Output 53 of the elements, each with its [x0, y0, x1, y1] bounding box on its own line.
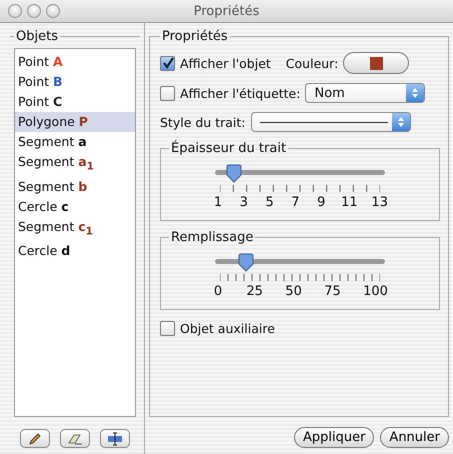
eraser-button[interactable]: [60, 429, 90, 448]
window-title: Propriétés: [192, 4, 260, 18]
object-list-item[interactable]: Point A: [15, 52, 135, 72]
stepper-arrows-icon: [411, 87, 420, 99]
object-list-item[interactable]: Segment c$_{1}$: [15, 216, 135, 241]
minimize-button[interactable]: [27, 4, 41, 18]
object-list-item[interactable]: Point C: [15, 92, 135, 112]
panel-title: Propriétés: [161, 29, 229, 44]
checkbox-label: Afficher l'étiquette:: [180, 86, 300, 100]
object-list-item[interactable]: Segment a: [15, 132, 135, 152]
slider-thumb[interactable]: [236, 253, 254, 273]
tick-label: 11: [341, 195, 358, 210]
pencil-icon: [28, 432, 42, 446]
dialog-button[interactable]: Appliquer: [294, 427, 374, 448]
tick-label: 75: [324, 284, 341, 299]
tick-label: 9: [316, 195, 326, 210]
object-list-item[interactable]: Segment b: [15, 176, 135, 196]
tick-label: 5: [264, 195, 275, 210]
colour-label: Couleur:: [286, 56, 338, 70]
checkbox-label: Objet auxiliaire: [180, 321, 275, 336]
close-button[interactable]: [8, 4, 22, 18]
tick-label: 3: [238, 195, 249, 210]
rename-button[interactable]: [100, 429, 130, 448]
checkbox[interactable]: [160, 86, 175, 100]
object-list-item[interactable]: Cercle d: [15, 241, 135, 261]
zoom-button[interactable]: [46, 4, 60, 18]
text-cursor-icon: [107, 432, 123, 446]
stepper-arrows-icon: [396, 116, 404, 128]
group-title: Remplissage: [170, 230, 254, 245]
object-list-item[interactable]: Polygone P: [15, 112, 135, 132]
tick-label: 0: [212, 284, 224, 299]
line-style-dropdown[interactable]: [250, 112, 410, 132]
object-list-item[interactable]: Cercle c: [15, 196, 135, 216]
tick-label: 50: [285, 284, 302, 299]
group-title: Épaisseur du trait: [170, 141, 288, 156]
tick-label: 100: [363, 284, 388, 299]
panel-title: Objets: [15, 29, 59, 44]
object-list-item[interactable]: Segment a$_{1}$: [15, 152, 135, 176]
pencil-button[interactable]: [20, 429, 50, 448]
tick-label: 13: [371, 195, 388, 210]
line-style-label: Style du trait:: [160, 114, 246, 130]
colour-button[interactable]: [343, 52, 410, 74]
checkbox-label: Afficher l'objet: [180, 56, 271, 70]
dialog-button[interactable]: Annuler: [380, 427, 449, 448]
tick-label: 7: [290, 195, 301, 210]
object-list-item[interactable]: Point B: [15, 72, 135, 92]
checkbox[interactable]: [160, 321, 175, 336]
tick-label: 1: [212, 195, 224, 210]
label-dropdown[interactable]: Nom: [305, 83, 426, 103]
slider-thumb[interactable]: [224, 164, 243, 184]
tick-label: 25: [246, 284, 263, 299]
eraser-icon: [67, 432, 83, 446]
checkbox[interactable]: [160, 56, 175, 70]
